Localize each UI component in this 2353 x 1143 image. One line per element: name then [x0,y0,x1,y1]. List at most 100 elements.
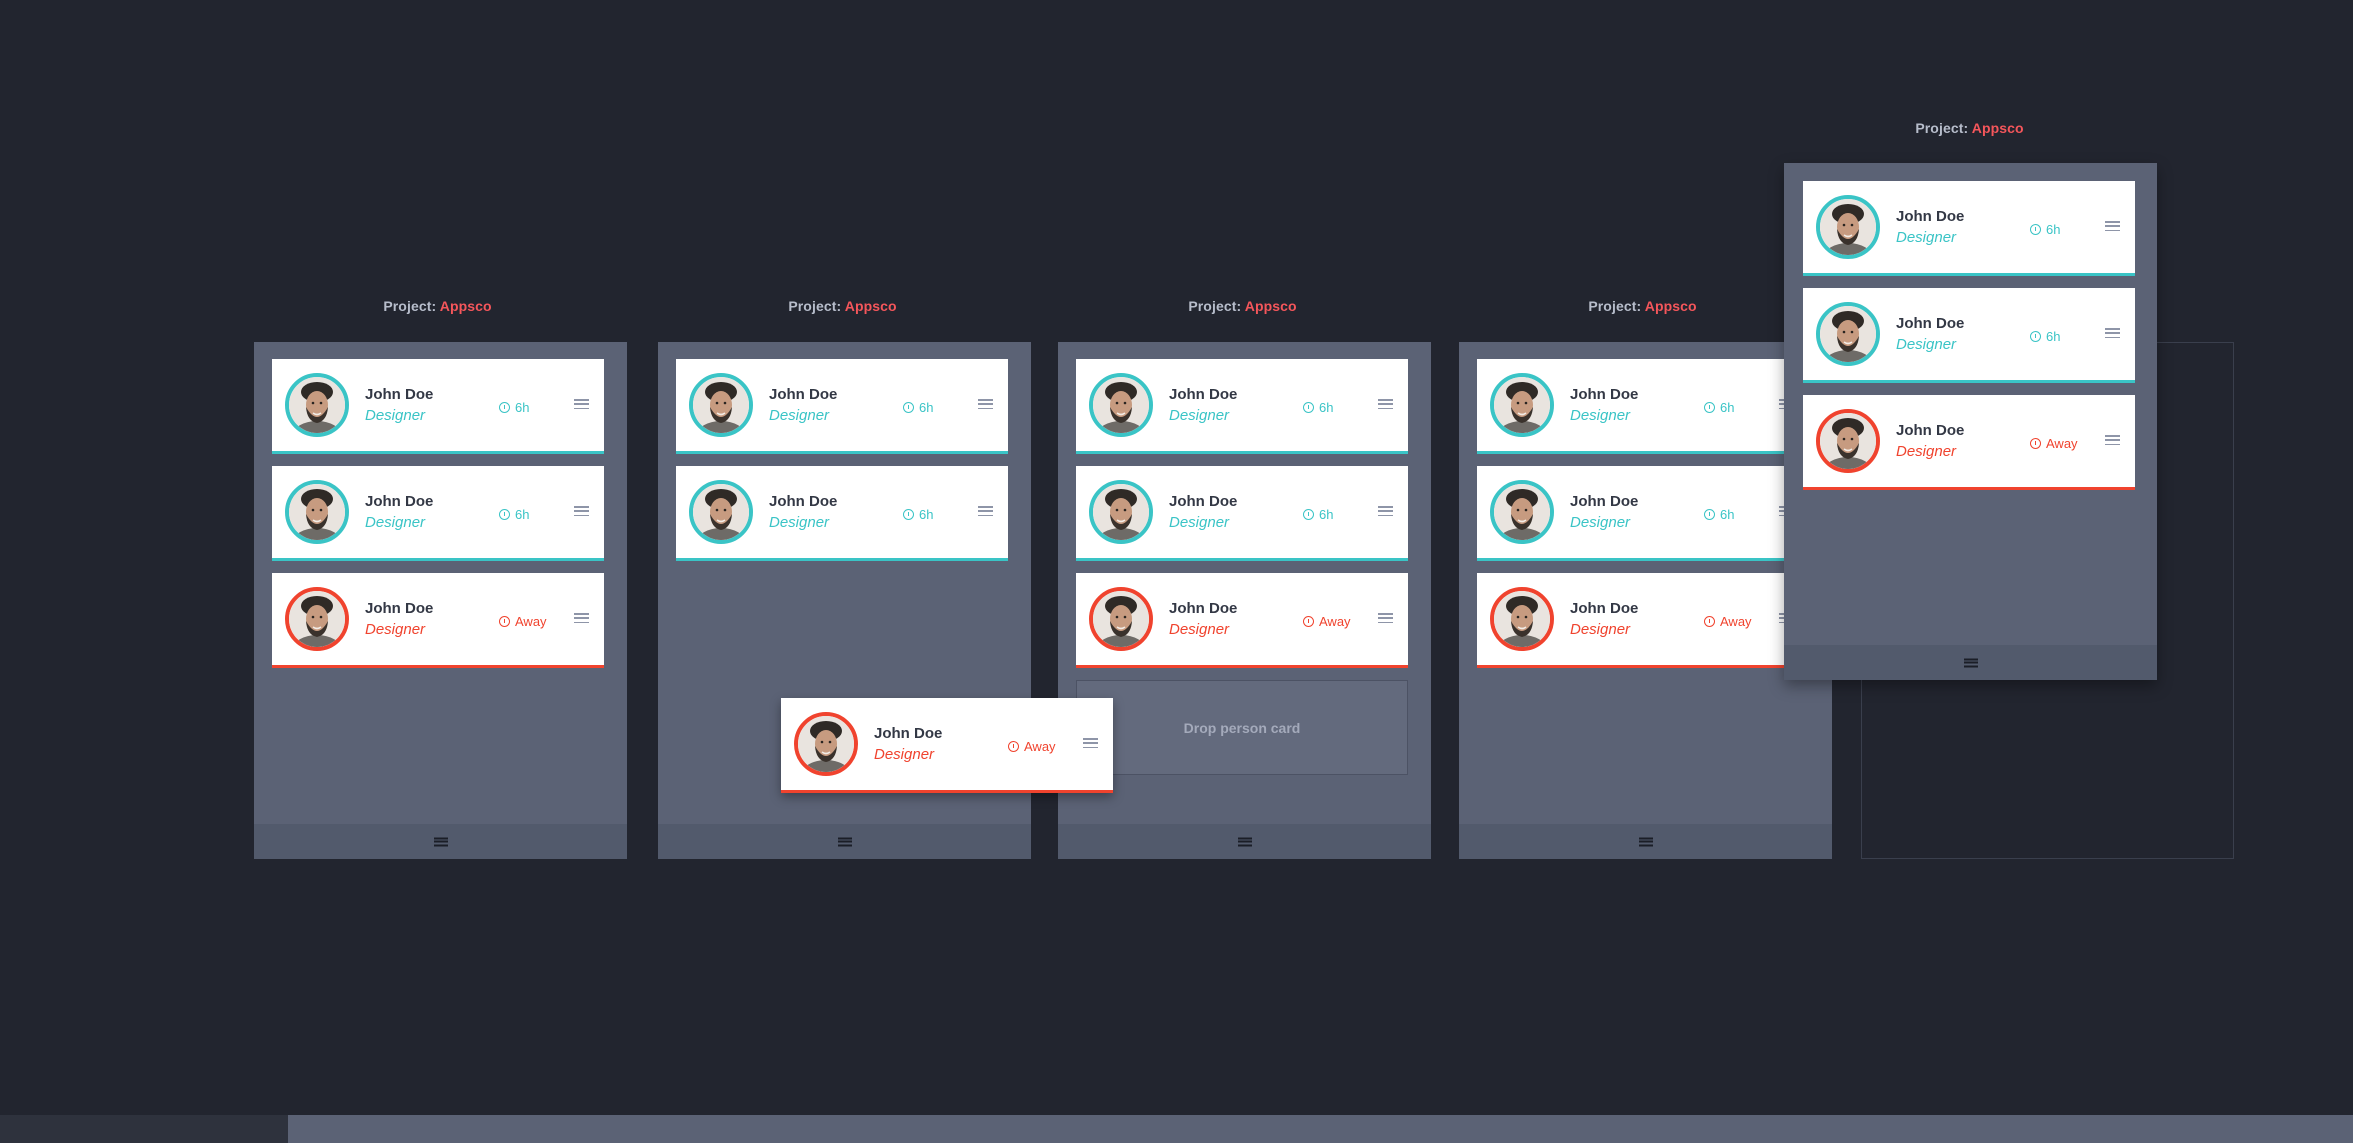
clock-icon [499,616,510,627]
status-badge: 6h [903,507,933,522]
status-badge: 6h [499,507,529,522]
clock-icon [1303,509,1314,520]
drag-handle-icon[interactable] [978,506,993,517]
project-column-dragging[interactable]: John Doe Designer 6h John Doe Designer 6… [1784,163,2157,680]
menu-icon[interactable] [1237,837,1252,846]
drag-handle-icon[interactable] [574,613,589,624]
project-name[interactable]: Appsco [1972,120,2024,136]
clock-icon [499,402,510,413]
hours-label: 6h [1319,400,1334,415]
person-card[interactable]: John Doe Designer Away [272,573,604,668]
person-role: Designer [769,407,830,424]
project-label: Project: [1188,298,1242,314]
person-card-dragging[interactable]: John Doe Designer Away [781,698,1113,793]
person-role: Designer [874,746,935,763]
column-footer [658,824,1031,859]
avatar [1490,373,1554,437]
menu-icon[interactable] [1963,658,1978,667]
clock-icon [1704,616,1715,627]
status-badge: Away [1704,614,1752,629]
person-role: Designer [365,407,426,424]
hours-label: 6h [919,400,934,415]
person-card[interactable]: John Doe Designer Away [1477,573,1809,668]
project-label: Project: [1915,120,1969,136]
column-title: Project: Appsco [656,298,1029,314]
drag-handle-icon[interactable] [2105,435,2120,446]
project-name[interactable]: Appsco [440,298,492,314]
clock-icon [2030,331,2041,342]
person-card[interactable]: John Doe Designer 6h [1076,359,1408,454]
project-name[interactable]: Appsco [1245,298,1297,314]
person-card[interactable]: John Doe Designer 6h [1477,359,1809,454]
project-column: John Doe Designer 6h John Doe Designer 6… [1058,342,1431,859]
status-badge: Away [2030,436,2078,451]
person-card[interactable]: John Doe Designer 6h [676,359,1008,454]
column-title: Project: Appsco [1783,120,2156,136]
menu-icon[interactable] [1638,837,1653,846]
avatar [1089,373,1153,437]
person-name: John Doe [365,386,434,403]
hours-label: 6h [515,400,530,415]
person-card[interactable]: John Doe Designer 6h [1803,288,2135,383]
menu-icon[interactable] [837,837,852,846]
person-name: John Doe [1570,600,1639,617]
status-badge: 6h [1303,507,1333,522]
person-name: John Doe [1169,493,1238,510]
avatar [1089,480,1153,544]
drag-handle-icon[interactable] [978,399,993,410]
avatar [1089,587,1153,651]
person-name: John Doe [365,493,434,510]
person-card[interactable]: John Doe Designer 6h [272,466,604,561]
hours-label: 6h [1720,507,1735,522]
menu-icon[interactable] [433,837,448,846]
hours-label: 6h [1720,400,1735,415]
person-role: Designer [1570,621,1631,638]
project-name[interactable]: Appsco [845,298,897,314]
person-card[interactable]: John Doe Designer 6h [1076,466,1408,561]
drag-handle-icon[interactable] [574,506,589,517]
drag-handle-icon[interactable] [1378,613,1393,624]
drag-handle-icon[interactable] [1083,738,1098,749]
status-badge: 6h [2030,222,2060,237]
drag-handle-icon[interactable] [1378,506,1393,517]
person-card[interactable]: John Doe Designer Away [1803,395,2135,490]
drag-handle-icon[interactable] [574,399,589,410]
status-badge: 6h [903,400,933,415]
person-role: Designer [1896,336,1957,353]
person-role: Designer [769,514,830,531]
avatar [1490,587,1554,651]
drag-handle-icon[interactable] [1378,399,1393,410]
away-label: Away [1319,614,1351,629]
drag-handle-icon[interactable] [2105,221,2120,232]
away-label: Away [515,614,547,629]
drag-handle-icon[interactable] [2105,328,2120,339]
person-card[interactable]: John Doe Designer 6h [676,466,1008,561]
clock-icon [903,509,914,520]
clock-icon [903,402,914,413]
avatar [285,480,349,544]
person-name: John Doe [1896,315,1965,332]
person-card[interactable]: John Doe Designer 6h [1803,181,2135,276]
drop-zone[interactable]: Drop person card [1076,680,1408,775]
horizontal-scrollbar[interactable] [0,1115,2353,1143]
column-title: Project: Appsco [1456,298,1829,314]
avatar [689,480,753,544]
person-role: Designer [1570,407,1631,424]
project-name[interactable]: Appsco [1645,298,1697,314]
person-card[interactable]: John Doe Designer Away [1076,573,1408,668]
status-badge: 6h [1704,507,1734,522]
avatar [794,712,858,776]
person-name: John Doe [769,493,838,510]
clock-icon [1303,616,1314,627]
column-footer [1058,824,1431,859]
avatar [1490,480,1554,544]
column-title: Project: Appsco [251,298,624,314]
clock-icon [499,509,510,520]
person-card[interactable]: John Doe Designer 6h [272,359,604,454]
scrollbar-thumb[interactable] [0,1115,288,1143]
away-label: Away [1024,739,1056,754]
person-card[interactable]: John Doe Designer 6h [1477,466,1809,561]
status-badge: 6h [1704,400,1734,415]
project-column: John Doe Designer 6h John Doe Designer 6… [1459,342,1832,859]
hours-label: 6h [515,507,530,522]
